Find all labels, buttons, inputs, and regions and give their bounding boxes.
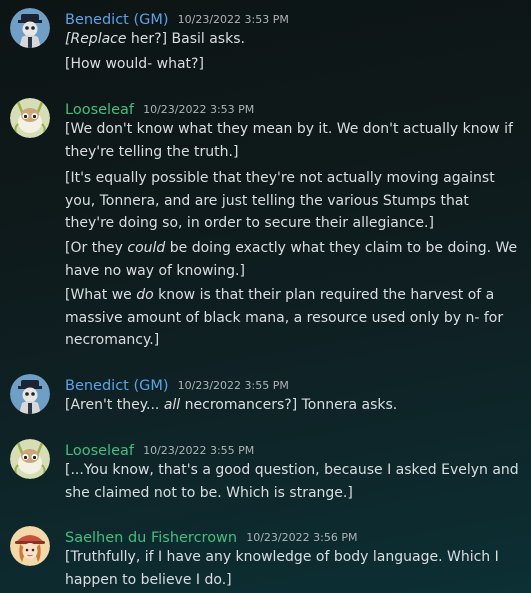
message-header: Looseleaf 10/23/2022 3:53 PM [65,99,254,120]
bug-creature-avatar[interactable] [10,439,50,479]
username[interactable]: Looseleaf [65,443,134,459]
username[interactable]: Saelhen du Fishercrown [65,530,237,546]
message-text: [Or they could be doing exactly what the… [65,240,518,279]
message-header: Benedict (GM) 10/23/2022 3:53 PM [65,9,289,30]
message-text: [Truthfully, if I have any knowledge of … [65,549,499,588]
message-text: [Replace her?] Basil asks. [65,31,245,47]
timestamp: 10/23/2022 3:53 PM [143,103,255,116]
timestamp: 10/23/2022 3:55 PM [143,444,255,457]
chat-log: Benedict (GM) 10/23/2022 3:53 PM [Replac… [0,0,531,593]
message-header: Looseleaf 10/23/2022 3:55 PM [65,440,254,461]
message-header: Benedict (GM) 10/23/2022 3:55 PM [65,375,289,396]
message-header: Saelhen du Fishercrown 10/23/2022 3:56 P… [65,527,357,548]
message-text: [How would- what?] [65,56,204,72]
masked-figure-avatar[interactable] [10,374,50,414]
timestamp: 10/23/2022 3:56 PM [246,531,358,544]
username[interactable]: Looseleaf [65,102,134,118]
timestamp: 10/23/2022 3:53 PM [177,13,289,26]
username[interactable]: Benedict (GM) [65,378,169,394]
username[interactable]: Benedict (GM) [65,12,169,28]
message-text: [...You know, that's a good question, be… [65,462,519,501]
timestamp: 10/23/2022 3:55 PM [177,379,289,392]
message-text: [It's equally possible that they're not … [65,170,495,231]
message-text: [Aren't they... all necromancers?] Tonne… [65,397,398,413]
hatted-character-avatar[interactable] [10,526,50,566]
message-text: [We don't know what they mean by it. We … [65,121,513,160]
bug-creature-avatar[interactable] [10,98,50,138]
masked-figure-avatar[interactable] [10,8,50,48]
message-text: [What we do know is that their plan requ… [65,287,504,348]
